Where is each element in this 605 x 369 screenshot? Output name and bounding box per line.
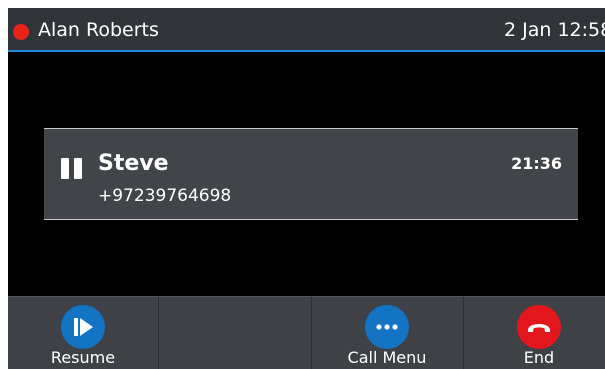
date-time: 2 Jan 12:58 bbox=[504, 19, 605, 41]
end-call-icon bbox=[517, 305, 561, 349]
resume-label: Resume bbox=[50, 348, 116, 367]
user-name: Alan Roberts bbox=[38, 19, 159, 41]
active-call-card[interactable]: Steve 21:36 +97239764698 bbox=[44, 128, 578, 220]
call-menu-label: Call Menu bbox=[347, 348, 427, 367]
caller-name: Steve bbox=[98, 151, 169, 176]
softkey-bar: Resume Call Menu End bbox=[8, 296, 605, 369]
end-call-button[interactable]: End bbox=[463, 297, 605, 369]
status-bar: Alan Roberts 2 Jan 12:58 bbox=[8, 8, 605, 52]
call-menu-button[interactable]: Call Menu bbox=[311, 297, 461, 369]
presence-status-icon bbox=[13, 24, 29, 40]
more-dots-icon bbox=[365, 305, 409, 349]
caller-number: +97239764698 bbox=[98, 186, 232, 206]
call-duration: 21:36 bbox=[511, 154, 562, 173]
resume-icon bbox=[61, 305, 105, 349]
resume-button[interactable]: Resume bbox=[8, 297, 158, 369]
hold-icon bbox=[61, 158, 83, 179]
softkey-empty[interactable] bbox=[158, 297, 308, 369]
phone-screen: Alan Roberts 2 Jan 12:58 Steve 21:36 +97… bbox=[8, 8, 605, 369]
end-label: End bbox=[523, 348, 555, 367]
